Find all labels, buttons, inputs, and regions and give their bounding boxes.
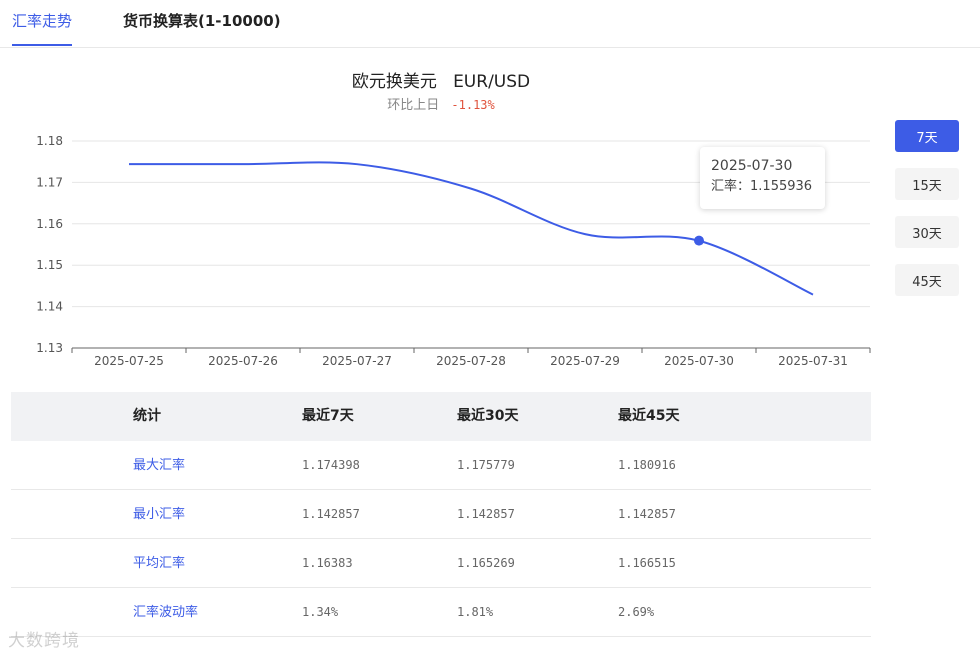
stats-cell: 1.142857: [302, 507, 360, 521]
stats-row-label[interactable]: 最小汇率: [133, 490, 185, 539]
stats-cell: 1.34%: [302, 605, 339, 619]
stats-cell: 1.142857: [457, 507, 515, 521]
stats-cell: 1.180916: [618, 458, 676, 472]
stats-header-cell: 最近45天: [618, 408, 680, 424]
highlight-point: [694, 235, 704, 246]
stats-row-label[interactable]: 平均汇率: [133, 539, 185, 588]
tooltip-rate: 汇率：1.155936: [711, 177, 814, 197]
tooltip-rate-label: 汇率：: [711, 179, 751, 194]
stats-cell: 1.166515: [618, 556, 676, 570]
range-30d-button[interactable]: 30天: [895, 216, 959, 248]
stats-cell: 1.81%: [457, 605, 494, 619]
stats-cell: 1.16383: [302, 556, 353, 570]
stats-header-cell: 统计: [133, 408, 161, 424]
stats-row-label[interactable]: 汇率波动率: [133, 588, 198, 637]
change-value: -1.13%: [451, 98, 495, 112]
tooltip-date: 2025-07-30: [711, 158, 793, 174]
tab-bar: 汇率走势 货币换算表(1-10000): [0, 0, 980, 48]
y-tick-label: 1.15: [36, 258, 63, 272]
table-row: 汇率波动率 1.34% 1.81% 2.69%: [11, 588, 871, 637]
stats-cell: 2.69%: [618, 605, 655, 619]
range-15d-button[interactable]: 15天: [895, 168, 959, 200]
y-tick-label: 1.13: [36, 341, 63, 355]
stats-cell: 1.165269: [457, 556, 515, 570]
stats-header-row: 统计 最近7天 最近30天 最近45天: [11, 392, 871, 441]
tab-conversion-table[interactable]: 货币换算表(1-10000): [123, 10, 281, 31]
change-label: 环比上日: [387, 98, 440, 113]
stats-header-cell: 最近7天: [302, 408, 354, 424]
table-row: 最小汇率 1.142857 1.142857 1.142857: [11, 490, 871, 539]
chart-title: 欧元换美元 EUR/USD: [351, 72, 531, 92]
watermark-logo: 大数跨境: [8, 631, 80, 651]
stats-cell: 1.175779: [457, 458, 515, 472]
y-tick-label: 1.16: [36, 217, 63, 231]
range-45d-button[interactable]: 45天: [895, 264, 959, 296]
stats-row-label[interactable]: 最大汇率: [133, 441, 185, 490]
y-tick-label: 1.18: [36, 134, 63, 148]
y-tick-label: 1.17: [36, 175, 63, 189]
stats-cell: 1.174398: [302, 458, 360, 472]
x-tick-label: 2025-07-26: [208, 354, 278, 368]
x-tick-label: 2025-07-27: [322, 354, 392, 368]
table-row: 平均汇率 1.16383 1.165269 1.166515: [11, 539, 871, 588]
tab-rate-trend[interactable]: 汇率走势: [12, 10, 73, 46]
x-tick-label: 2025-07-29: [550, 354, 620, 368]
table-row: 最大汇率 1.174398 1.175779 1.180916: [11, 441, 871, 490]
x-tick-label: 2025-07-28: [436, 354, 506, 368]
chart-tooltip: 2025-07-30 汇率：1.155936: [700, 147, 825, 209]
chart-subtitle: 环比上日 -1.13%: [0, 94, 882, 113]
range-7d-button[interactable]: 7天: [895, 120, 959, 152]
x-tick-label: 2025-07-31: [778, 354, 848, 368]
tooltip-rate-value: 1.155936: [750, 179, 813, 194]
x-tick-label: 2025-07-30: [664, 354, 734, 368]
stats-cell: 1.142857: [618, 507, 676, 521]
stats-table: 统计 最近7天 最近30天 最近45天 最大汇率 1.174398 1.1757…: [11, 392, 871, 637]
y-tick-label: 1.14: [36, 300, 63, 314]
x-tick-label: 2025-07-25: [94, 354, 164, 368]
stats-header-cell: 最近30天: [457, 408, 519, 424]
